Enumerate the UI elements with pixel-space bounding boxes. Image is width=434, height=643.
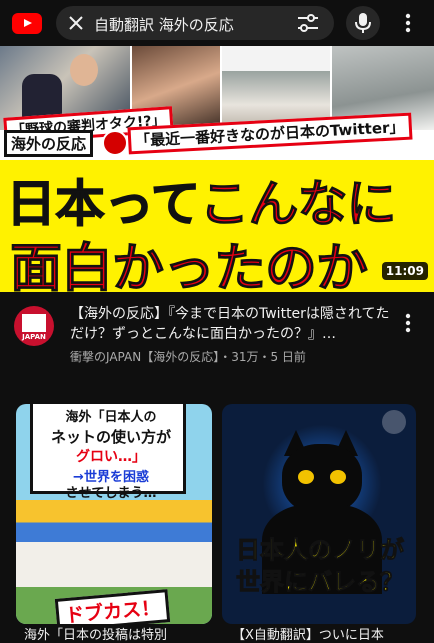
avatar-label: JAPAN	[22, 333, 46, 341]
more-vertical-icon[interactable]	[400, 312, 416, 334]
short-thumbnail[interactable]: 海外「日本人の ネットの使い方が グロい…」 →世界を困惑 させてしまう… ドブ…	[16, 404, 212, 624]
thumbnail-text: 海外「日本人の	[65, 410, 157, 425]
video-meta: JAPAN 【海外の反応】『今まで日本のTwitterは隠されてただけ？ずっとこ…	[0, 292, 434, 376]
video-title[interactable]: 【海外の反応】『今まで日本のTwitterは隠されてただけ？ずっとこんなに面白か…	[70, 304, 390, 344]
voice-search-button[interactable]	[346, 6, 380, 40]
search-box[interactable]: 自動翻訳 海外の反応	[56, 6, 334, 40]
video-thumbnail[interactable]: 「野球の審判オタク!?」 「最近一番好きなのが日本のTwitter」 海外の反応…	[0, 46, 434, 292]
top-app-bar: 自動翻訳 海外の反応	[0, 0, 434, 46]
search-query-text[interactable]: 自動翻訳 海外の反応	[94, 14, 234, 35]
headline-part: こんなに	[199, 175, 397, 234]
short-title[interactable]: 【X自動翻訳】ついに日本	[232, 624, 408, 643]
thumbnail-sign: 海外「日本人の ネットの使い方が グロい…」 →世界を困惑 させてしまう…	[30, 404, 186, 501]
short-thumbnail[interactable]: 日本人のノリが 世界にバレる？	[222, 404, 416, 624]
channel-avatar[interactable]: JAPAN	[14, 306, 54, 346]
short-title[interactable]: 海外「日本の投稿は特別	[24, 624, 202, 643]
youtube-logo-icon[interactable]	[12, 13, 42, 34]
reaction-badge: 海外の反応	[4, 130, 94, 157]
headline-part: 日本って	[6, 175, 201, 234]
mic-icon	[355, 13, 371, 33]
thumbnail-headline: 面白かったのか	[9, 239, 368, 293]
filter-icon[interactable]	[296, 12, 320, 34]
close-icon[interactable]	[66, 13, 86, 33]
thumbnail-text: 世界にバレる？	[236, 568, 405, 597]
thumbnail-text: ネットの使い方が	[50, 428, 171, 446]
more-options-chip-icon[interactable]	[382, 410, 406, 434]
thumbnail-text: させてしまう…	[65, 486, 157, 501]
shorts-titles-row: 海外「日本の投稿は特別 【X自動翻訳】ついに日本	[0, 624, 434, 643]
thumbnail-text: 日本人のノリが	[236, 536, 405, 565]
more-vertical-icon[interactable]	[398, 12, 418, 34]
thumbnail-text: グロい…」	[76, 449, 146, 465]
video-channel-meta: 衝撃のJAPAN【海外の反応】・31万・5 日前	[70, 350, 306, 364]
channel-logo-icon	[102, 130, 128, 156]
video-duration-badge: 11:09	[381, 262, 428, 280]
